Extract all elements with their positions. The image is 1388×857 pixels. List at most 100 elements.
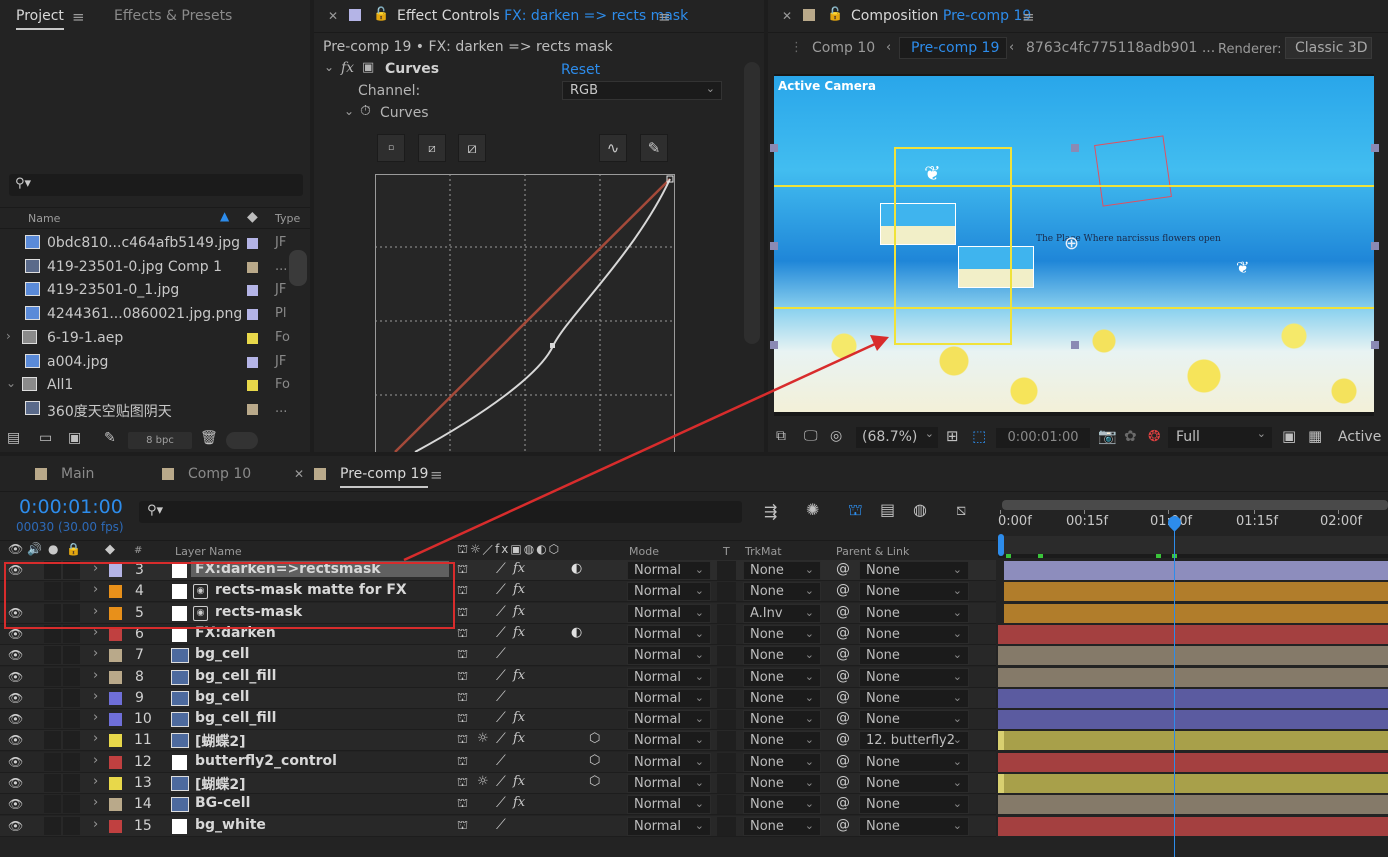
project-item-label[interactable] [247,238,258,249]
switch-slot[interactable] [44,774,61,792]
expand-arrow-icon[interactable]: › [93,774,98,789]
layer-label-color[interactable] [109,819,122,833]
shy-layers-icon[interactable]: ⛫ [848,500,863,521]
work-area-bar[interactable] [1002,500,1388,510]
project-item-label[interactable] [247,380,258,392]
switch-slot[interactable] [44,646,61,665]
switch-slot[interactable] [63,816,80,835]
preserve-transparency-slot[interactable] [717,561,736,580]
expand-arrow-icon[interactable]: › [6,329,11,343]
preserve-transparency-slot[interactable] [717,752,736,772]
shy-switch-icon[interactable]: ⛫ [457,647,468,663]
eye-icon[interactable]: 👁 [8,755,24,769]
blend-mode-select[interactable]: Normal ⌄ [627,710,711,730]
layer-name[interactable]: bg_cell [195,646,249,662]
region-of-interest-icon[interactable]: ⬚ [972,427,986,445]
composition-viewer[interactable]: Active Camera The Place Where narcissus … [770,74,1379,416]
breadcrumb-comp-10[interactable]: Comp 10 [812,40,875,56]
always-preview-icon[interactable]: ⧉ [776,428,786,444]
layer-name[interactable]: butterfly2_control [195,753,337,769]
blend-mode-select[interactable]: Normal ⌄ [627,752,711,772]
transform-handle[interactable] [1371,242,1379,250]
pick-whip-icon[interactable]: @ [836,710,850,726]
fx-switch-icon[interactable]: fx [513,710,525,725]
track-matte-select[interactable]: None ⌄ [743,582,821,602]
lock-icon[interactable]: 🔓 [827,7,843,22]
project-item[interactable]: ⌄ All1 Fo [0,374,310,397]
blend-mode-select[interactable]: Normal ⌄ [627,795,711,815]
pick-whip-icon[interactable]: @ [836,753,850,769]
switch-slot[interactable] [63,795,80,814]
track-matte-select[interactable]: None ⌄ [743,731,821,751]
switch-slot[interactable] [44,667,61,686]
graph-size-medium-icon[interactable]: ⧄ [418,134,446,162]
preserve-transparency-slot[interactable] [717,688,736,708]
project-item-label[interactable] [247,403,258,415]
fx-switch-icon[interactable]: fx [513,795,525,810]
graph-size-large-icon[interactable]: ⧄ [458,134,486,162]
parent-select[interactable]: 12. butterfly2 ⌄ [859,731,969,751]
layer-row[interactable]: 👁 › 11 [蝴蝶2] ⛫ ☼ ⟋ fx ⬡ Normal ⌄ None ⌄ @12. butterfl… [0,730,996,752]
switch-slot[interactable] [63,710,80,729]
fast-previews-icon[interactable]: ▣ [1282,427,1296,445]
project-item-label[interactable] [247,309,258,321]
column-type[interactable]: Type [275,212,300,225]
pick-whip-icon[interactable]: @ [836,582,850,598]
project-scrollbar[interactable] [289,250,307,286]
shy-switch-icon[interactable]: ⛫ [457,775,468,791]
resolution-select[interactable]: Full ⌄ [1168,427,1272,448]
shy-switch-icon[interactable]: ⛫ [457,690,468,706]
graph-size-small-icon[interactable]: ▫ [377,134,405,162]
shy-switch-icon[interactable]: ⛫ [457,583,468,599]
layer-row[interactable]: 👁 › 13 [蝴蝶2] ⛫ ☼ ⟋ fx ⬡ Normal ⌄ None ⌄ @ None ⌄ [0,773,996,794]
pick-whip-icon[interactable]: @ [836,561,850,577]
transform-handle[interactable] [1071,144,1079,152]
transform-handle[interactable] [770,341,778,349]
parent-select[interactable]: None ⌄ [859,816,969,836]
time-ruler[interactable]: 0:00f00:15f01:00f01:15f02:00f [998,496,1388,560]
blend-mode-select[interactable]: Normal ⌄ [627,731,711,751]
expand-arrow-icon[interactable]: › [93,689,98,704]
label-tag-icon[interactable]: ◆ [247,209,258,225]
show-snapshot-icon[interactable]: ✿ [1124,427,1137,445]
layer-duration-bar[interactable] [998,752,1388,772]
transform-handle[interactable] [1071,341,1079,349]
parent-select[interactable]: None ⌄ [859,795,969,815]
adjust-icon[interactable]: ✎ [104,430,116,446]
layer-row[interactable]: 👁 › 15 bg_white ⛫ ⟋ Normal ⌄ None ⌄ @ None ⌄ [0,815,996,837]
pick-whip-icon[interactable]: @ [836,646,850,662]
pick-whip-icon[interactable]: @ [836,689,850,705]
shy-switch-icon[interactable]: ⛫ [457,669,468,685]
eye-icon[interactable]: 👁 [8,648,24,662]
effect-name[interactable]: Curves [385,61,439,77]
collapse-arrow-icon[interactable]: ⌄ [324,60,334,74]
quality-switch-icon[interactable]: ⟋ [496,710,506,726]
parent-select[interactable]: None ⌄ [859,774,969,793]
switch-slot[interactable] [44,688,61,707]
pick-whip-icon[interactable]: @ [836,795,850,811]
layer-label-color[interactable] [109,734,122,748]
project-search-input[interactable]: ⚲▾ [9,174,303,196]
layer-label-color[interactable] [109,649,122,663]
blend-mode-select[interactable]: Normal ⌄ [627,624,711,644]
project-item[interactable]: 4244361...0860021.jpg.png Pl [0,303,310,326]
shy-switch-icon[interactable]: ⛫ [457,732,468,748]
fx-switch-icon[interactable]: fx [513,731,525,746]
layer-duration-bar[interactable] [998,774,1388,793]
track-matte-select[interactable]: None ⌄ [743,774,821,793]
blend-mode-select[interactable]: Normal ⌄ [627,688,711,708]
layer-row[interactable]: 👁 › 8 bg_cell_fill ⛫ ⟋ fx Normal ⌄ None ⌄ @ None ⌄ [0,666,996,688]
pick-whip-icon[interactable]: @ [836,668,850,684]
switch-slot[interactable] [44,752,61,771]
layer-row[interactable]: 👁 › 7 bg_cell ⛫ ⟋ Normal ⌄ None ⌄ @ None ⌄ [0,645,996,667]
parent-select[interactable]: None ⌄ [859,752,969,772]
quality-switch-icon[interactable]: ⟋ [496,753,506,769]
quality-switch-icon[interactable]: ⟋ [496,668,506,684]
blend-mode-select[interactable]: Normal ⌄ [627,646,711,666]
layer-row[interactable]: 👁 › 14 BG-cell ⛫ ⟋ fx Normal ⌄ None ⌄ @ None ⌄ [0,794,996,816]
trash-icon[interactable]: 🗑 [200,430,218,446]
eye-icon[interactable]: 👁 [8,776,24,790]
layer-duration-bar[interactable] [998,795,1388,815]
parent-select[interactable]: None ⌄ [859,624,969,644]
quality-switch-icon[interactable]: ⟋ [496,604,506,620]
